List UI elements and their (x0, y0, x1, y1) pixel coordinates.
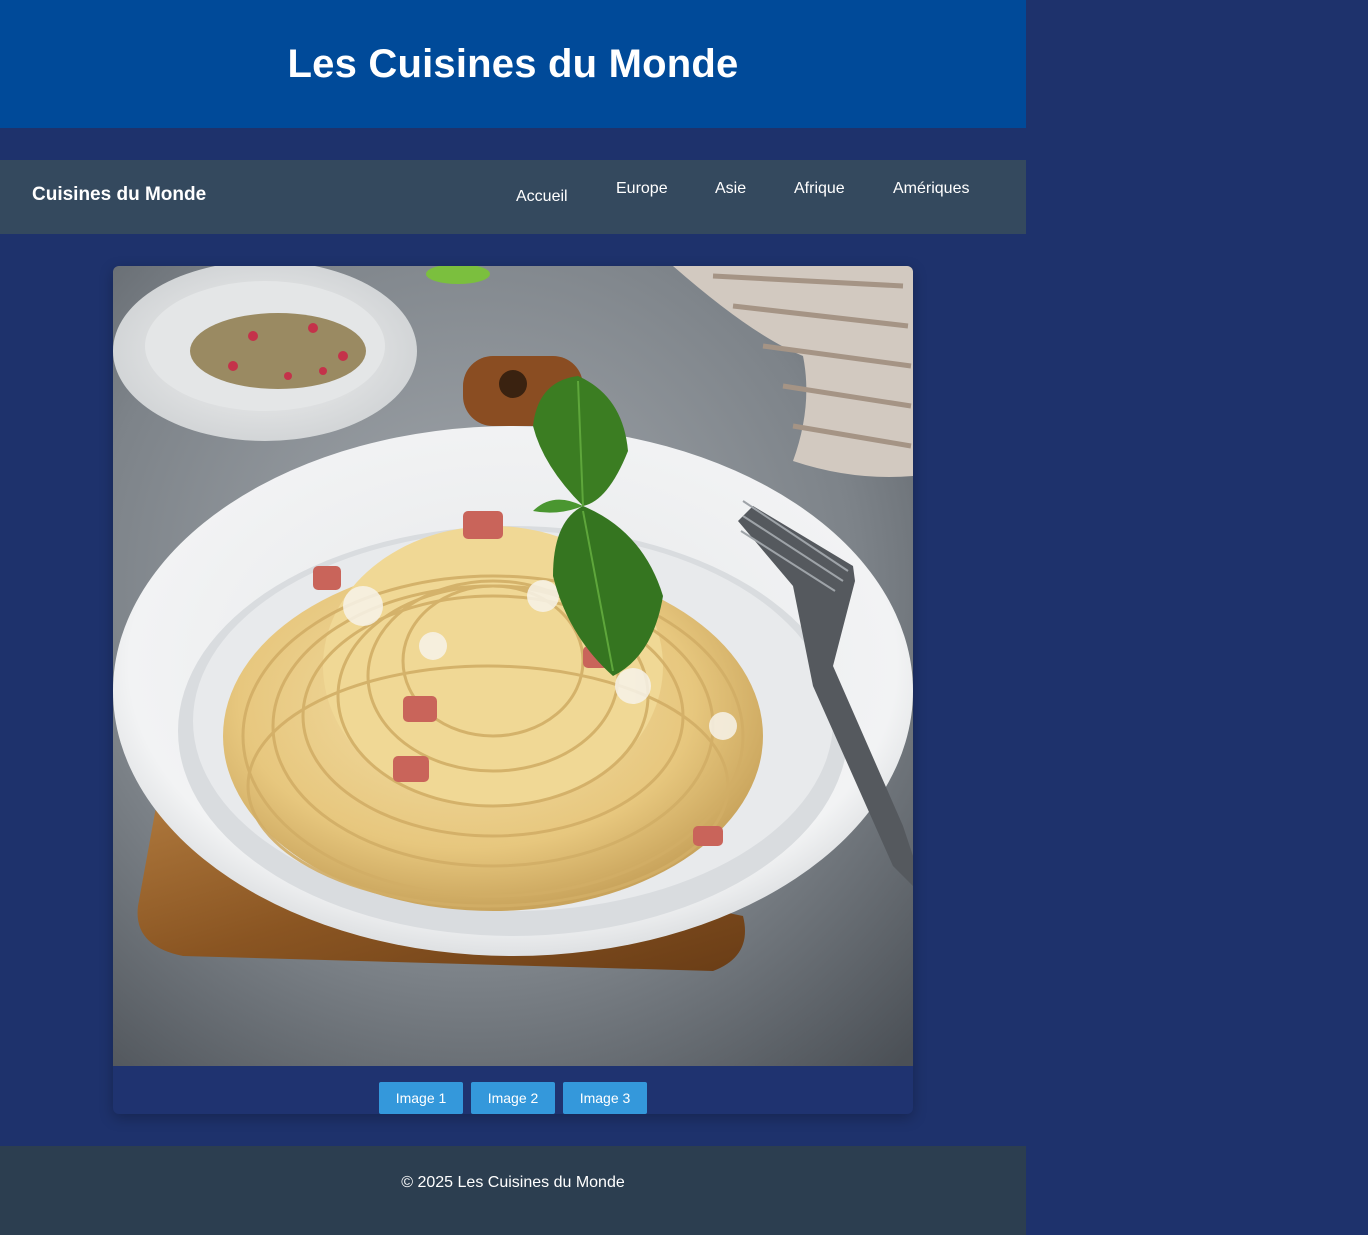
nav-link-asie[interactable]: Asie (715, 180, 746, 198)
slide-button-3[interactable]: Image 3 (563, 1082, 647, 1114)
nav-link-accueil[interactable]: Accueil (516, 188, 568, 206)
site-header: Les Cuisines du Monde (0, 0, 1026, 128)
pasta-carbonara-photo (113, 266, 913, 1066)
nav-link-ameriques[interactable]: Amériques (893, 180, 969, 198)
navbar-brand[interactable]: Cuisines du Monde (32, 184, 206, 206)
page: Les Cuisines du Monde Cuisines du Monde … (0, 0, 1026, 1235)
page-title: Les Cuisines du Monde (287, 41, 739, 86)
site-footer: © 2025 Les Cuisines du Monde (0, 1146, 1026, 1235)
navbar: Cuisines du Monde Accueil Europe Asie Af… (0, 160, 1026, 234)
nav-link-europe[interactable]: Europe (616, 180, 668, 198)
slide-button-2[interactable]: Image 2 (471, 1082, 555, 1114)
slide-button-1[interactable]: Image 1 (379, 1082, 463, 1114)
image-slider: Image 1 Image 2 Image 3 (113, 266, 913, 1114)
slider-controls: Image 1 Image 2 Image 3 (113, 1082, 913, 1114)
copyright-text: © 2025 Les Cuisines du Monde (401, 1174, 625, 1191)
nav-link-afrique[interactable]: Afrique (794, 180, 845, 198)
